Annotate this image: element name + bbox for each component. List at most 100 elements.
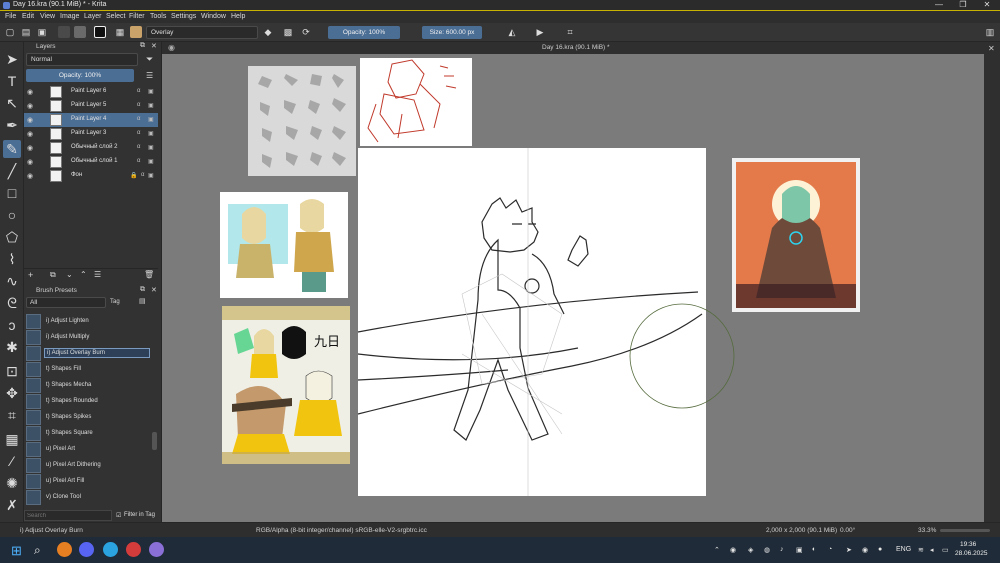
save-icon[interactable]: ▣ [36,26,48,38]
multibrush-tool-icon[interactable]: ✱ [3,338,21,356]
media-app-icon[interactable] [126,542,141,557]
menu-edit[interactable]: Edit [22,13,34,20]
alpha-lock-icon[interactable]: α [137,116,140,122]
layer-row[interactable]: ◉ Обычный слой 2 α ▣ [24,141,158,155]
opacity-slider[interactable]: Opacity: 100% [328,26,400,39]
foreground-color-swatch[interactable] [94,26,106,38]
layer-row[interactable]: ◉ Paint Layer 6 α ▣ [24,85,158,99]
layer-row-selected[interactable]: ◉ Paint Layer 4 α ▣ [24,113,158,127]
menu-tools[interactable]: Tools [150,13,166,20]
inherit-alpha-icon[interactable]: ▣ [148,88,154,95]
alpha-lock-icon[interactable]: α [137,102,140,108]
brush-preset-item[interactable]: u) Pixel Art Dithering [26,458,154,473]
close-docker-icon[interactable]: ✕ [988,44,995,53]
move-down-icon[interactable]: ⌄ [66,270,73,279]
dynamic-brush-tool-icon[interactable]: ↄ [3,316,21,334]
minimize-button[interactable]: — [928,0,950,11]
polyline-tool-icon[interactable]: ⌇ [3,250,21,268]
brush-tool-icon[interactable]: ✎ [3,140,21,158]
rectangle-tool-icon[interactable]: □ [3,184,21,202]
discord-icon[interactable] [79,542,94,557]
brush-preset-item[interactable]: t) Shapes Fill [26,362,154,377]
visibility-icon[interactable]: ◉ [27,116,33,124]
alpha-lock-icon[interactable]: α [141,172,144,178]
menu-image[interactable]: Image [60,13,79,20]
filter-in-tag-checkbox[interactable]: ☑ [116,512,121,519]
battery-icon[interactable]: ▭ [942,546,949,554]
zoom-slider[interactable] [940,529,990,532]
brush-preset-item[interactable]: v) Clone Tool [26,490,154,505]
brush-preset-item[interactable]: u) Pixel Art Fill [26,474,154,489]
visibility-icon[interactable]: ◉ [27,172,33,180]
layer-row[interactable]: ◉ Paint Layer 3 α ▣ [24,127,158,141]
tray-app-icon[interactable]: ◐ [812,546,816,553]
brush-filter-select[interactable]: All [26,297,106,308]
windows-start-icon[interactable]: ⊞ [11,543,22,559]
inherit-alpha-icon[interactable]: ▣ [148,144,154,151]
smart-patch-tool-icon[interactable]: ✺ [3,474,21,492]
new-file-icon[interactable]: ▢ [4,26,16,38]
menu-settings[interactable]: Settings [171,13,196,20]
brush-preset-item-selected[interactable]: i) Adjust Overlay Burn [26,346,154,361]
lock-icon[interactable]: 🔒 [130,172,137,179]
layer-row[interactable]: ◉ Фон 🔒 α ▣ [24,169,158,183]
close-docker-icon[interactable]: ✕ [151,286,157,294]
krita-taskbar-icon[interactable] [149,542,164,557]
eraser-icon[interactable]: ◆ [262,26,274,38]
layers-menu-icon[interactable]: ☰ [146,71,153,80]
text-tool-icon[interactable]: T [3,72,21,90]
mirror-horizontal-icon[interactable]: ◭ [506,26,518,38]
brush-preset-item[interactable]: i) Adjust Multiply [26,330,154,345]
menu-layer[interactable]: Layer [84,13,102,20]
fill-tool-icon[interactable]: ✗ [3,496,21,514]
tray-app-icon[interactable]: ◔ [828,546,832,553]
microphone-icon[interactable]: ● [878,546,882,553]
ellipse-tool-icon[interactable]: ○ [3,206,21,224]
tray-app-icon[interactable]: ◉ [862,546,868,554]
brush-preset-item[interactable]: t) Shapes Rounded [26,394,154,409]
inherit-alpha-icon[interactable]: ▣ [148,172,154,179]
clock-date[interactable]: 28.06.2025 [955,550,988,557]
edit-shapes-tool-icon[interactable]: ↖ [3,94,21,112]
layer-row[interactable]: ◉ Paint Layer 5 α ▣ [24,99,158,113]
select-shape-tool-icon[interactable]: ➤ [3,50,21,68]
tray-telegram-icon[interactable]: ➤ [846,546,852,554]
brush-preset-item[interactable]: t) Shapes Square [26,426,154,441]
inherit-alpha-icon[interactable]: ▣ [148,158,154,165]
brush-preset-icon[interactable] [130,26,142,38]
status-rotation[interactable]: 0.00° [840,527,855,534]
gradient-swatch[interactable] [58,26,70,38]
freehand-path-tool-icon[interactable]: ᘓ [3,294,21,312]
inherit-alpha-icon[interactable]: ▣ [148,102,154,109]
add-layer-icon[interactable]: + [28,270,33,280]
calligraphy-tool-icon[interactable]: ✒ [3,116,21,134]
menu-filter[interactable]: Filter [129,13,145,20]
close-docker-icon[interactable]: ✕ [151,42,157,50]
open-file-icon[interactable]: ▤ [20,26,32,38]
chrome-icon[interactable] [57,542,72,557]
gradient-tool-icon[interactable]: ▦ [3,430,21,448]
visibility-icon[interactable]: ◉ [27,130,33,138]
float-docker-icon[interactable]: ⧉ [140,42,145,50]
move-tool-icon[interactable]: ✥ [3,384,21,402]
close-button[interactable]: ✕ [976,0,998,11]
visibility-icon[interactable]: ◉ [27,158,33,166]
alpha-lock-icon[interactable]: α [137,158,140,164]
visibility-icon[interactable]: ◉ [27,88,33,96]
panel-toggle-icon[interactable]: ▥ [984,26,996,38]
crop-tool-icon[interactable]: ⊡ [3,362,21,380]
telegram-icon[interactable] [103,542,118,557]
layer-blend-mode-select[interactable]: Normal [26,53,138,66]
layer-opacity-slider[interactable]: Opacity: 100% [26,69,134,82]
clock-time[interactable]: 19:36 [960,541,976,548]
tray-overflow-icon[interactable]: ⌃ [714,546,720,554]
brush-preset-item[interactable]: i) Adjust Lighten [26,314,154,329]
bezier-tool-icon[interactable]: ∿ [3,272,21,290]
volume-icon[interactable]: ◂ [930,546,934,554]
brush-preset-item[interactable]: t) Shapes Mecha [26,378,154,393]
view-mode-icon[interactable]: ▤ [139,297,146,305]
menu-help[interactable]: Help [231,13,245,20]
alpha-lock-icon[interactable]: α [137,88,140,94]
alpha-lock-icon[interactable]: α [137,130,140,136]
properties-icon[interactable]: ☰ [94,270,101,279]
